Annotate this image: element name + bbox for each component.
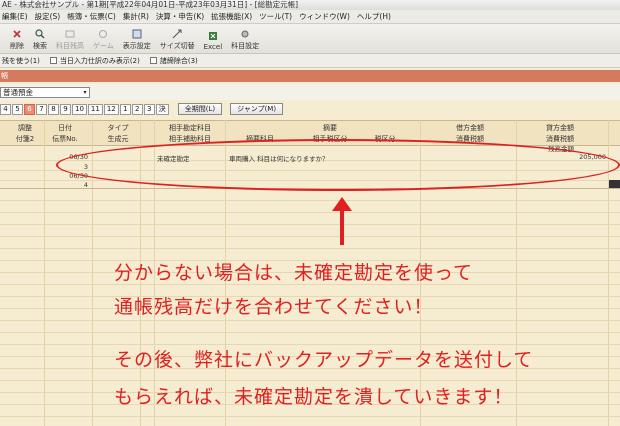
excel-button[interactable]: Excel xyxy=(203,31,223,51)
grid-rule xyxy=(0,200,620,201)
game-icon xyxy=(99,30,108,38)
window-title: AE - 株式会社サンプル - 第1期[平成22年04月01日-平成23年03月… xyxy=(0,0,620,10)
header-date: 日付 xyxy=(58,124,72,132)
menu-window[interactable]: ウィンドウ(W) xyxy=(297,11,355,22)
month-tab-11[interactable]: 11 xyxy=(87,103,103,115)
header-adjust: 調整 xyxy=(18,124,32,132)
grid-rule xyxy=(0,320,620,321)
checkbox-today-only[interactable] xyxy=(49,57,57,64)
game-label: ゲーム xyxy=(93,42,114,50)
scrollbar-thumb[interactable] xyxy=(609,180,620,188)
header-adjust2: 付箋2 xyxy=(15,135,35,143)
grid-rule xyxy=(0,212,620,213)
header-description: 摘要 xyxy=(323,124,337,132)
resize-label: サイズ切替 xyxy=(159,42,195,50)
toolbar: 削除 検索 科目残高 ゲーム 表示設定 サイズ切替 Excel 科目設定 xyxy=(0,24,620,54)
menu-bar: 編集(E) 設定(S) 帳簿・伝票(C) 集計(R) 決算・申告(K) 拡張機能… xyxy=(0,10,620,24)
delete-button[interactable]: 削除 xyxy=(10,29,24,51)
grid-rule xyxy=(0,416,620,417)
month-tab-12[interactable]: 12 xyxy=(103,103,119,115)
excel-icon xyxy=(208,32,217,40)
account-row: 普通預金 ▾ xyxy=(0,84,620,100)
header-counter-account: 相手勘定科目 xyxy=(169,124,211,132)
delete-icon xyxy=(13,30,21,38)
month-tab-5[interactable]: 5 xyxy=(12,103,23,115)
month-tab-7[interactable]: 7 xyxy=(36,103,47,115)
month-tab-2[interactable]: 2 xyxy=(131,103,143,115)
header-voucher: 伝票No. xyxy=(52,135,78,143)
row2-voucher: 4 xyxy=(83,181,88,189)
header-origin: 生成元 xyxy=(107,135,129,143)
balance-icon xyxy=(65,30,75,38)
month-tabs: 4 5 6 7 8 9 10 11 12 1 2 3 決 全期間(L) ジャンプ… xyxy=(0,102,620,116)
month-tab-1[interactable]: 1 xyxy=(119,103,131,115)
highlight-oval xyxy=(56,139,620,191)
menu-edit[interactable]: 編集(E) xyxy=(0,11,33,22)
search-label: 検索 xyxy=(33,42,47,50)
menu-books[interactable]: 帳簿・伝票(C) xyxy=(65,11,121,22)
account-settings-button[interactable]: 科目設定 xyxy=(231,29,259,51)
grid-rule xyxy=(0,248,620,249)
annotation-line-3: その後、弊社にバックアップデータを送付して xyxy=(114,349,534,371)
account-settings-label: 科目設定 xyxy=(231,42,260,50)
section-title: 帳 xyxy=(0,70,620,82)
option-1[interactable]: 残を使う(1) xyxy=(2,56,40,66)
annotation-line-4: もらえれば、未確定勘定を潰していきます！ xyxy=(114,386,514,408)
menu-extensions[interactable]: 拡張機能(X) xyxy=(209,11,257,22)
menu-settings[interactable]: 設定(S) xyxy=(33,11,66,22)
month-tab-3[interactable]: 3 xyxy=(143,103,155,115)
menu-aggregate[interactable]: 集計(R) xyxy=(121,11,154,22)
grid-rule xyxy=(0,236,620,237)
month-tab-10[interactable]: 10 xyxy=(72,103,87,115)
checkbox-combine[interactable] xyxy=(149,57,157,64)
account-select[interactable]: 普通預金 ▾ xyxy=(0,87,90,98)
month-tab-closing[interactable]: 決 xyxy=(155,103,169,115)
arrow-shaft xyxy=(340,208,344,245)
balance-button[interactable]: 科目残高 xyxy=(56,29,84,51)
display-settings-label: 表示設定 xyxy=(122,42,151,50)
delete-label: 削除 xyxy=(10,42,24,50)
menu-closing[interactable]: 決算・申告(K) xyxy=(154,11,209,22)
game-button[interactable]: ゲーム xyxy=(93,29,114,51)
menu-tools[interactable]: ツール(T) xyxy=(257,11,297,22)
display-settings-icon xyxy=(132,29,142,39)
jump-button[interactable]: ジャンプ(M) xyxy=(230,103,284,115)
month-tab-4[interactable]: 4 xyxy=(0,103,11,115)
excel-label: Excel xyxy=(203,43,223,51)
grid-rule xyxy=(0,380,620,381)
balance-label: 科目残高 xyxy=(56,42,84,50)
option-3[interactable]: 諸締除合(3) xyxy=(160,56,198,66)
month-tab-8[interactable]: 8 xyxy=(48,103,59,115)
annotation-line-2: 通帳残高だけを合わせてください！ xyxy=(114,296,434,318)
chevron-down-icon: ▾ xyxy=(83,89,87,96)
month-tab-9[interactable]: 9 xyxy=(60,103,71,115)
header-debit: 借方金額 xyxy=(456,124,484,132)
display-settings-button[interactable]: 表示設定 xyxy=(123,29,151,51)
grid-rule xyxy=(0,332,620,333)
grid-rule xyxy=(0,224,620,225)
resize-icon xyxy=(172,29,182,39)
all-period-button[interactable]: 全期間(L) xyxy=(177,103,223,115)
option-bar: 残を使う(1) 当日入力仕訳のみ表示(2) 諸締除合(3) xyxy=(0,54,620,68)
option-2[interactable]: 当日入力仕訳のみ表示(2) xyxy=(60,56,140,66)
header-type: タイプ xyxy=(107,124,129,132)
annotation-line-1: 分からない場合は、未確定勘定を使って xyxy=(114,262,474,284)
search-button[interactable]: 検索 xyxy=(33,29,47,51)
header-credit: 貸方金額 xyxy=(546,124,574,132)
search-icon xyxy=(35,29,45,39)
resize-button[interactable]: サイズ切替 xyxy=(160,29,195,51)
account-settings-icon xyxy=(241,30,249,38)
account-select-value: 普通預金 xyxy=(3,88,33,97)
menu-help[interactable]: ヘルプ(H) xyxy=(355,11,396,22)
month-tab-6[interactable]: 6 xyxy=(24,103,35,115)
